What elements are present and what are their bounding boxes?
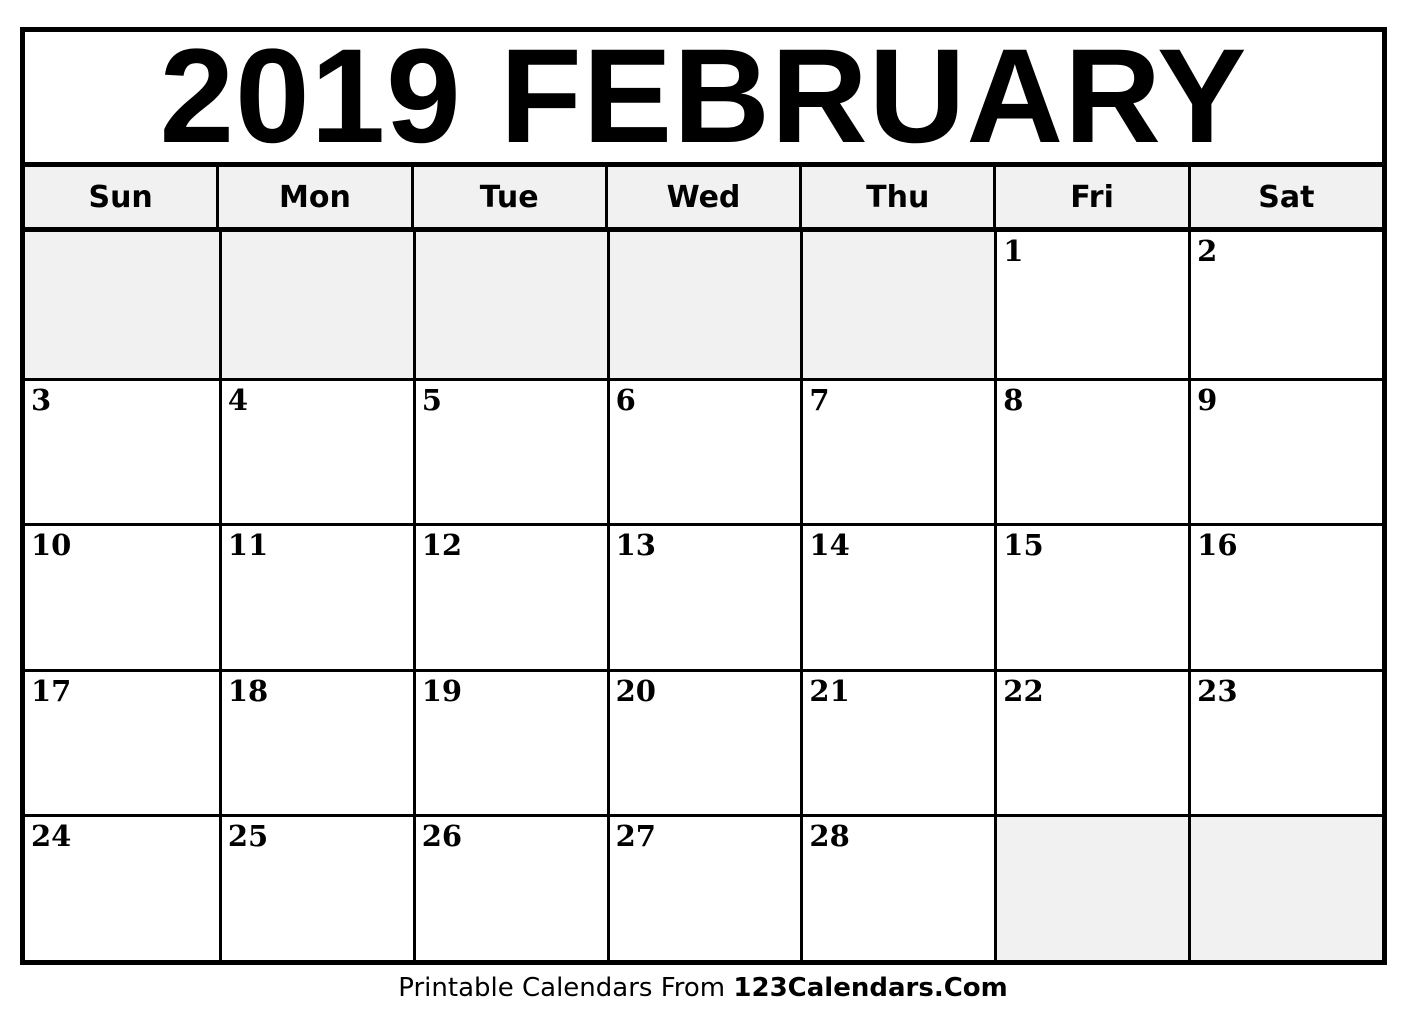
calendar-title: 2019 FEBRUARY <box>159 22 1248 171</box>
day-cell: 5 <box>412 377 607 524</box>
weekday-thu: Thu <box>799 167 993 227</box>
empty-day-cell <box>218 232 413 378</box>
day-cell: 7 <box>800 377 995 524</box>
day-number: 19 <box>421 673 463 708</box>
day-cell: 22 <box>994 668 1189 815</box>
day-number: 20 <box>615 673 656 708</box>
footer-brand: 123Calendars.Com <box>733 973 1008 1003</box>
day-cell: 15 <box>994 523 1189 669</box>
day-cell: 18 <box>218 668 413 815</box>
day-number: 6 <box>615 382 636 417</box>
day-cell: 28 <box>800 814 995 960</box>
day-number: 22 <box>1003 673 1044 708</box>
day-number: 23 <box>1197 673 1238 708</box>
day-number: 13 <box>615 528 656 563</box>
empty-day-cell <box>25 232 219 378</box>
day-number: 5 <box>421 382 442 417</box>
day-number: 2 <box>1197 234 1218 268</box>
day-cell: 21 <box>800 668 995 815</box>
day-cell: 27 <box>606 814 801 960</box>
day-cell: 16 <box>1188 523 1382 669</box>
day-number: 10 <box>31 528 72 563</box>
calendar: 2019 FEBRUARY Sun Mon Tue Wed Thu Fri Sa… <box>20 27 1387 965</box>
day-cell: 23 <box>1188 668 1382 815</box>
weekday-sun: Sun <box>88 179 153 215</box>
day-cell: 17 <box>25 668 219 815</box>
footer-prefix: Printable Calendars From <box>398 973 734 1003</box>
day-cell: 3 <box>25 377 219 524</box>
day-cell: 24 <box>25 814 219 960</box>
day-number: 17 <box>31 673 72 708</box>
weekday-tue: Tue <box>410 167 605 227</box>
day-cell: 11 <box>218 523 413 669</box>
day-number: 25 <box>227 819 269 854</box>
day-cell: 14 <box>800 523 995 669</box>
day-number: 24 <box>31 819 72 854</box>
day-number: 16 <box>1197 528 1238 563</box>
day-cell: 9 <box>1188 377 1382 524</box>
day-number: 21 <box>809 673 850 708</box>
day-cell: 19 <box>412 668 607 815</box>
day-number: 18 <box>227 673 269 708</box>
day-cell: 25 <box>218 814 413 960</box>
empty-day-cell <box>994 814 1189 960</box>
day-number: 4 <box>227 382 249 417</box>
day-number: 11 <box>227 528 269 563</box>
weekday-mon: Mon <box>216 167 410 227</box>
day-number: 12 <box>421 528 463 563</box>
weekday-sat: Sat <box>1187 167 1382 227</box>
empty-day-cell <box>412 232 607 378</box>
weekday-header-row: Sun Mon Tue Wed Thu Fri Sat <box>25 162 1382 232</box>
day-number: 27 <box>615 819 656 854</box>
day-number: 9 <box>1197 382 1218 417</box>
day-cell: 8 <box>994 377 1189 524</box>
day-grid: 1 2 3 4 5 6 7 8 9 10 11 12 13 14 15 16 17 18 19 20 21 22 23 24 2… <box>25 232 1382 960</box>
empty-day-cell <box>1188 814 1382 960</box>
day-cell: 13 <box>606 523 801 669</box>
day-cell: 2 <box>1188 232 1382 378</box>
weekday-wed: Wed <box>604 167 799 227</box>
day-cell: 10 <box>25 523 219 669</box>
weekday-fri: Fri <box>993 167 1187 227</box>
day-number: 1 <box>1003 234 1024 268</box>
day-number: 8 <box>1003 382 1024 417</box>
day-cell: 6 <box>606 377 801 524</box>
day-number: 26 <box>421 819 463 854</box>
day-cell: 20 <box>606 668 801 815</box>
day-number: 28 <box>809 819 850 854</box>
day-number: 7 <box>809 382 830 417</box>
day-cell: 4 <box>218 377 413 524</box>
day-cell: 26 <box>412 814 607 960</box>
footer-credit: Printable Calendars From 123Calendars.Co… <box>0 966 1406 1010</box>
day-cell: 1 <box>994 232 1189 378</box>
day-cell: 12 <box>412 523 607 669</box>
day-number: 14 <box>809 528 850 563</box>
empty-day-cell <box>800 232 995 378</box>
day-number: 3 <box>31 382 52 417</box>
empty-day-cell <box>606 232 801 378</box>
day-number: 15 <box>1003 528 1044 563</box>
